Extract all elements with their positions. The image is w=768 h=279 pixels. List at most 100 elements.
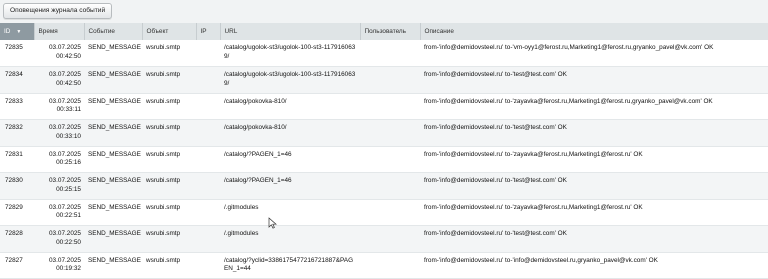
cell-event: SEND_MESSAGE [84, 252, 142, 279]
cell-clock-time: 00:42:50 [56, 52, 81, 60]
cell-url: /catalog/ugolok-st3/ugolok-100-st3-11791… [220, 40, 360, 67]
column-header-object[interactable]: Объект [142, 23, 197, 40]
cell-id: 72827 [0, 252, 34, 279]
cell-url: /.gitmodules [220, 225, 360, 253]
cell-description: from-'info@demidovsteel.ru' to-'vm-oyy1@… [420, 40, 768, 67]
table-row[interactable]: 72835 03.07.2025 00:42:50 SEND_MESSAGE wsrub… [0, 40, 768, 67]
cell-event: SEND_MESSAGE [84, 146, 142, 173]
cell-user [360, 93, 420, 120]
cell-object: wsrubi.smtp [142, 119, 196, 147]
cell-description: from-'info@demidovsteel.ru' to-'test@tes… [420, 66, 768, 94]
toolbar: Оповещения журнала событий [0, 0, 768, 23]
column-header-id[interactable]: ID ▼ [0, 23, 35, 40]
cell-id: 72832 [0, 119, 34, 147]
cell-time: 03.07.2025 00:25:16 [34, 146, 84, 173]
event-log-notifications-button[interactable]: Оповещения журнала событий [3, 3, 113, 19]
table-row[interactable]: 72829 03.07.2025 00:22:51 SEND_MESSAGE wsrub… [0, 199, 768, 226]
cell-user [360, 119, 420, 147]
cell-date: 03.07.2025 [49, 230, 81, 237]
table-row[interactable]: 72828 03.07.2025 00:22:50 SEND_MESSAGE wsrub… [0, 225, 768, 253]
table-row[interactable]: 72833 03.07.2025 00:33:11 SEND_MESSAGE wsrub… [0, 93, 768, 120]
cell-object: wsrubi.smtp [142, 66, 196, 94]
cell-date: 03.07.2025 [49, 44, 81, 51]
cell-clock-time: 00:25:15 [56, 185, 81, 193]
table-header-row: ID ▼ Время Событие Объект IP URL Пользова… [0, 23, 768, 40]
cell-object: wsrubi.smtp [142, 93, 196, 120]
cell-user [360, 199, 420, 226]
cell-description: from-'info@demidovsteel.ru' to-'zayavka@… [420, 93, 768, 120]
cell-ip [196, 40, 220, 67]
cell-url: /catalog/pokovka-810/ [220, 93, 360, 120]
cell-id: 72833 [0, 93, 34, 120]
column-header-description[interactable]: Описание [420, 23, 768, 40]
cell-id: 72835 [0, 40, 34, 67]
cell-user [360, 252, 420, 279]
cell-time: 03.07.2025 00:25:15 [34, 172, 84, 200]
cell-time: 03.07.2025 00:42:50 [34, 66, 84, 94]
cell-user [360, 40, 420, 67]
cell-clock-time: 00:42:50 [56, 79, 81, 87]
cell-description: from-'info@demidovsteel.ru' to-'zayavka@… [420, 146, 768, 173]
cell-description: from-'info@demidovsteel.ru' to-'zayavka@… [420, 199, 768, 226]
event-log-table: ID ▼ Время Событие Объект IP URL Пользова… [0, 23, 768, 279]
table-row[interactable]: 72831 03.07.2025 00:25:16 SEND_MESSAGE wsrub… [0, 146, 768, 173]
cell-time: 03.07.2025 00:33:11 [34, 93, 84, 120]
table-row[interactable]: 72834 03.07.2025 00:42:50 SEND_MESSAGE wsrub… [0, 66, 768, 94]
cell-url: /catalog/ugolok-st3/ugolok-100-st3-11791… [220, 66, 360, 94]
cell-event: SEND_MESSAGE [84, 172, 142, 200]
cell-user [360, 225, 420, 253]
cell-clock-time: 00:22:50 [56, 238, 81, 246]
cell-date: 03.07.2025 [49, 71, 81, 78]
column-header-ip[interactable]: IP [196, 23, 221, 40]
cell-time: 03.07.2025 00:22:51 [34, 199, 84, 226]
table-row[interactable]: 72830 03.07.2025 00:25:15 SEND_MESSAGE wsrub… [0, 172, 768, 200]
cell-date: 03.07.2025 [49, 203, 81, 211]
cell-user [360, 146, 420, 173]
cell-description: from-'info@demidovsteel.ru' to-'test@tes… [420, 172, 768, 200]
column-header-time[interactable]: Время [34, 23, 85, 40]
column-header-url[interactable]: URL [220, 23, 361, 40]
cell-user [360, 66, 420, 94]
column-header-user[interactable]: Пользователь [360, 23, 421, 40]
cell-clock-time: 00:33:10 [56, 132, 81, 140]
cell-id: 72830 [0, 172, 34, 200]
cell-url: /catalog/?PAGEN_1=46 [220, 146, 360, 173]
cell-ip [196, 119, 220, 147]
table-row[interactable]: 72832 03.07.2025 00:33:10 SEND_MESSAGE wsrub… [0, 119, 768, 147]
cell-ip [196, 146, 220, 173]
cell-time: 03.07.2025 00:42:50 [34, 40, 84, 67]
cell-time: 03.07.2025 00:19:32 [34, 252, 84, 279]
cell-event: SEND_MESSAGE [84, 93, 142, 120]
cell-clock-time: 00:19:32 [56, 265, 81, 273]
cell-ip [196, 199, 220, 226]
cell-description: from-'info@demidovsteel.ru' to-'test@tes… [420, 119, 768, 147]
cell-ip [196, 172, 220, 200]
cell-user [360, 172, 420, 200]
cell-object: wsrubi.smtp [142, 146, 196, 173]
cell-url: /catalog/pokovka-810/ [220, 119, 360, 147]
cell-id: 72834 [0, 66, 34, 94]
cell-event: SEND_MESSAGE [84, 66, 142, 94]
cell-date: 03.07.2025 [49, 124, 81, 131]
sort-desc-icon[interactable]: ▼ [16, 29, 21, 35]
cell-time: 03.07.2025 00:33:10 [34, 119, 84, 147]
cell-object: wsrubi.smtp [142, 252, 196, 279]
cell-id: 72831 [0, 146, 34, 173]
cell-date: 03.07.2025 [49, 97, 81, 105]
column-header-event[interactable]: Событие [84, 23, 143, 40]
cell-event: SEND_MESSAGE [84, 119, 142, 147]
cell-object: wsrubi.smtp [142, 172, 196, 200]
cell-event: SEND_MESSAGE [84, 225, 142, 253]
cell-url: /.gitmodules [220, 199, 360, 226]
cell-event: SEND_MESSAGE [84, 199, 142, 226]
cell-description: from-'info@demidovsteel.ru' to-'info@dem… [420, 252, 768, 279]
cell-date: 03.07.2025 [49, 256, 81, 264]
cell-ip [196, 93, 220, 120]
mouse-cursor-icon [268, 217, 277, 229]
cell-time: 03.07.2025 00:22:50 [34, 225, 84, 253]
cell-object: wsrubi.smtp [142, 225, 196, 253]
cell-url: /catalog/?PAGEN_1=46 [220, 172, 360, 200]
table-row[interactable]: 72827 03.07.2025 00:19:32 SEND_MESSAGE wsrub… [0, 252, 768, 279]
cell-clock-time: 00:22:51 [56, 212, 81, 220]
cell-clock-time: 00:25:16 [56, 159, 81, 167]
